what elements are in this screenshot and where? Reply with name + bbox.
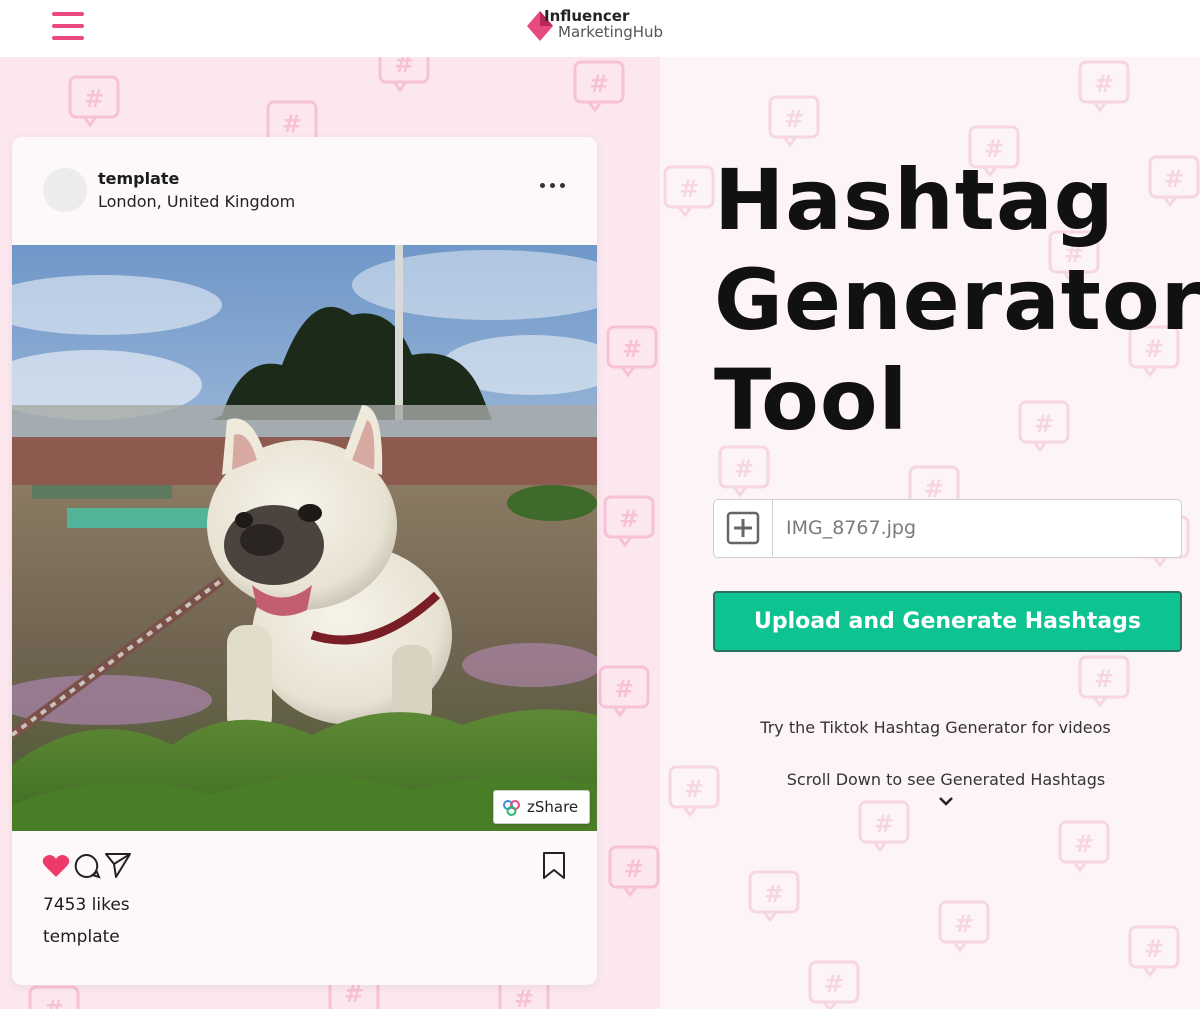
logo-text-line2: MarketingHub (558, 23, 664, 41)
upload-generate-button[interactable]: Upload and Generate Hashtags (713, 591, 1182, 652)
selected-file-name: IMG_8767.jpg (786, 517, 917, 539)
dog-photo-image (12, 245, 597, 831)
influencer-marketing-hub-logo[interactable]: Influencer MarketingHub (527, 6, 677, 46)
like-count: 7453 likes (43, 895, 130, 915)
post-preview-card: template London, United Kingdom zShare 7… (12, 137, 597, 985)
avatar (43, 168, 87, 212)
hamburger-icon[interactable] (52, 12, 84, 42)
page-title: Hashtag Generator Tool (714, 150, 1200, 450)
heart-icon[interactable] (42, 854, 70, 878)
title-line-3: Tool (714, 351, 909, 449)
post-caption: template (43, 927, 120, 947)
post-username: template (98, 169, 180, 188)
title-line-2: Generator (714, 251, 1200, 349)
zshare-logo-icon (503, 800, 520, 816)
zshare-badge[interactable]: zShare (493, 790, 590, 824)
post-photo (12, 245, 597, 831)
chevron-down-icon[interactable] (938, 795, 954, 807)
post-location: London, United Kingdom (98, 192, 296, 211)
image-file-input[interactable]: IMG_8767.jpg (713, 499, 1182, 558)
share-icon[interactable] (104, 851, 132, 879)
plus-box-icon (726, 511, 760, 545)
add-file-button[interactable] (714, 500, 773, 556)
scroll-hint: Scroll Down to see Generated Hashtags (786, 770, 1106, 789)
post-actions: 7453 likes template (12, 831, 597, 985)
zshare-label: zShare (527, 798, 579, 816)
tiktok-generator-link[interactable]: Try the Tiktok Hashtag Generator for vid… (714, 718, 1157, 737)
title-line-1: Hashtag (714, 151, 1115, 249)
more-dots-icon[interactable] (538, 175, 568, 195)
top-bar: Influencer MarketingHub (0, 0, 1200, 57)
post-header: template London, United Kingdom (12, 137, 597, 245)
bookmark-icon[interactable] (541, 851, 567, 881)
comment-icon[interactable] (73, 852, 101, 880)
